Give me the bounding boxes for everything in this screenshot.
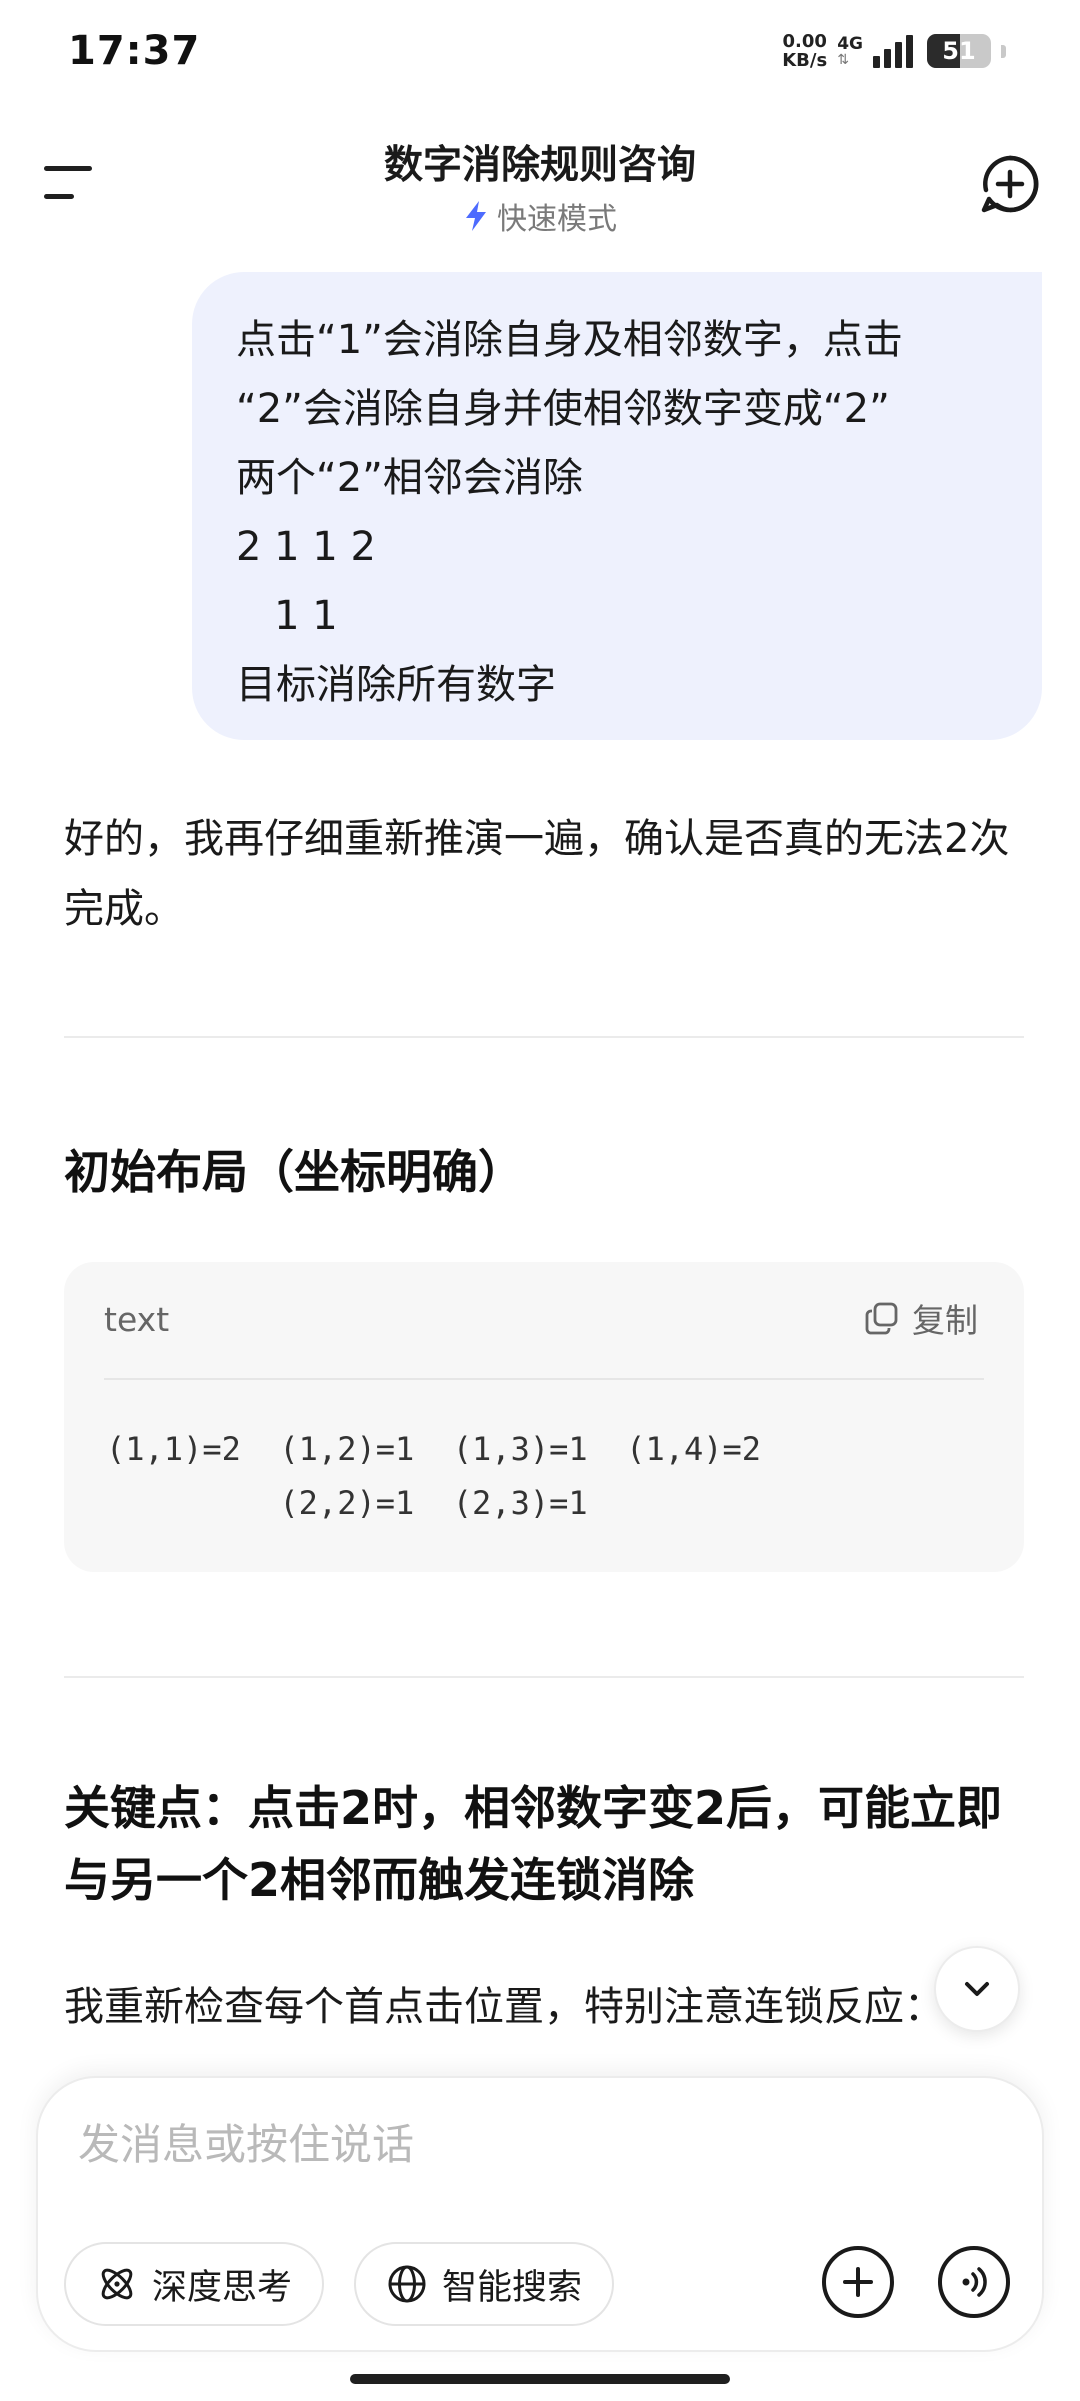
code-language-label: text xyxy=(104,1300,170,1339)
home-indicator[interactable] xyxy=(350,2374,730,2384)
chevron-down-icon xyxy=(965,1982,989,1996)
network-type-label: 4G xyxy=(837,34,863,54)
smart-search-button[interactable]: 智能搜索 xyxy=(354,2242,615,2326)
chat-title[interactable]: 数字消除规则咨询 xyxy=(0,134,1080,190)
battery-level: 51 xyxy=(942,37,976,65)
user-message-line: “2”会消除自身并使相邻数字变成“2” xyxy=(236,386,890,432)
deep-think-button[interactable]: 深度思考 xyxy=(64,2242,325,2326)
status-time: 17:37 xyxy=(68,28,201,74)
message-input[interactable] xyxy=(78,2104,978,2184)
network-type: 4G ⇅ xyxy=(837,35,863,67)
signal-strength-icon xyxy=(873,34,913,68)
plus-icon xyxy=(843,2267,873,2297)
status-bar: 17:37 0.00 KB/s 4G ⇅ 51 xyxy=(0,0,1080,100)
battery-icon: 51 xyxy=(927,34,991,68)
new-chat-icon[interactable] xyxy=(980,154,1040,214)
network-speed: 0.00 KB/s xyxy=(782,32,827,70)
network-speed-value: 0.00 xyxy=(782,31,827,52)
mode-selector[interactable]: 快速模式 xyxy=(0,194,1080,238)
voice-wave-icon xyxy=(962,2267,987,2297)
globe-icon xyxy=(388,2265,426,2303)
data-arrows-icon: ⇅ xyxy=(837,52,849,68)
code-line: (2,2)=1 (2,3)=1 xyxy=(106,1484,588,1522)
code-block: text 复制 (1,1)=2 (1,2)=1 (1,3)=1 (1,4)=2 … xyxy=(64,1262,1024,1572)
voice-call-button[interactable] xyxy=(938,2246,1010,2318)
assistant-intro-text: 好的，我再仔细重新推演一遍，确认是否真的无法2次完成。 xyxy=(64,816,1010,932)
battery-cap xyxy=(1001,44,1006,58)
user-message-bubble[interactable]: 点击“1”会消除自身及相邻数字，点击 “2”会消除自身并使相邻数字变成“2” 两… xyxy=(192,272,1042,740)
copy-label: 复制 xyxy=(912,1301,978,1340)
add-attachment-button[interactable] xyxy=(822,2246,894,2318)
section-heading-key-point: 关键点：点击2时，相邻数字变2后，可能立即与另一个2相邻而触发连锁消除 xyxy=(64,1781,1003,1907)
section-divider xyxy=(64,1036,1024,1038)
user-message-line: 点击“1”会消除自身及相邻数字，点击 xyxy=(236,317,903,363)
chat-screen: 17:37 0.00 KB/s 4G ⇅ 51 数字消除规则咨询 快速模式 点击… xyxy=(0,0,1080,2401)
section-divider xyxy=(64,1676,1024,1678)
section-heading-layout: 初始布局（坐标明确） xyxy=(64,1145,524,1199)
scroll-to-bottom-button[interactable] xyxy=(934,1946,1020,2032)
deep-think-label: 深度思考 xyxy=(152,2267,293,2308)
code-line: (1,1)=2 (1,2)=1 (1,3)=1 (1,4)=2 xyxy=(106,1430,762,1468)
copy-button[interactable]: 复制 xyxy=(864,1294,978,1342)
network-speed-unit: KB/s xyxy=(782,50,828,71)
atom-icon xyxy=(101,2268,133,2300)
user-message-line: 2 1 1 2 xyxy=(236,524,376,570)
smart-search-label: 智能搜索 xyxy=(442,2267,583,2308)
user-message-line: 1 1 xyxy=(236,593,338,639)
mode-label: 快速模式 xyxy=(497,202,617,237)
assistant-body-text: 我重新检查每个首点击位置，特别注意连锁反应： xyxy=(64,1984,944,2030)
lightning-bolt-icon xyxy=(466,201,486,231)
user-message-line: 目标消除所有数字 xyxy=(236,662,556,708)
code-header-divider xyxy=(104,1378,984,1380)
message-composer: 深度思考 智能搜索 xyxy=(36,2076,1044,2352)
status-indicators: 0.00 KB/s 4G ⇅ 51 xyxy=(782,28,1006,74)
user-message-line: 两个“2”相邻会消除 xyxy=(236,455,583,501)
code-content: (1,1)=2 (1,2)=1 (1,3)=1 (1,4)=2 (2,2)=1 … xyxy=(106,1422,761,1530)
copy-icon xyxy=(865,1302,898,1335)
